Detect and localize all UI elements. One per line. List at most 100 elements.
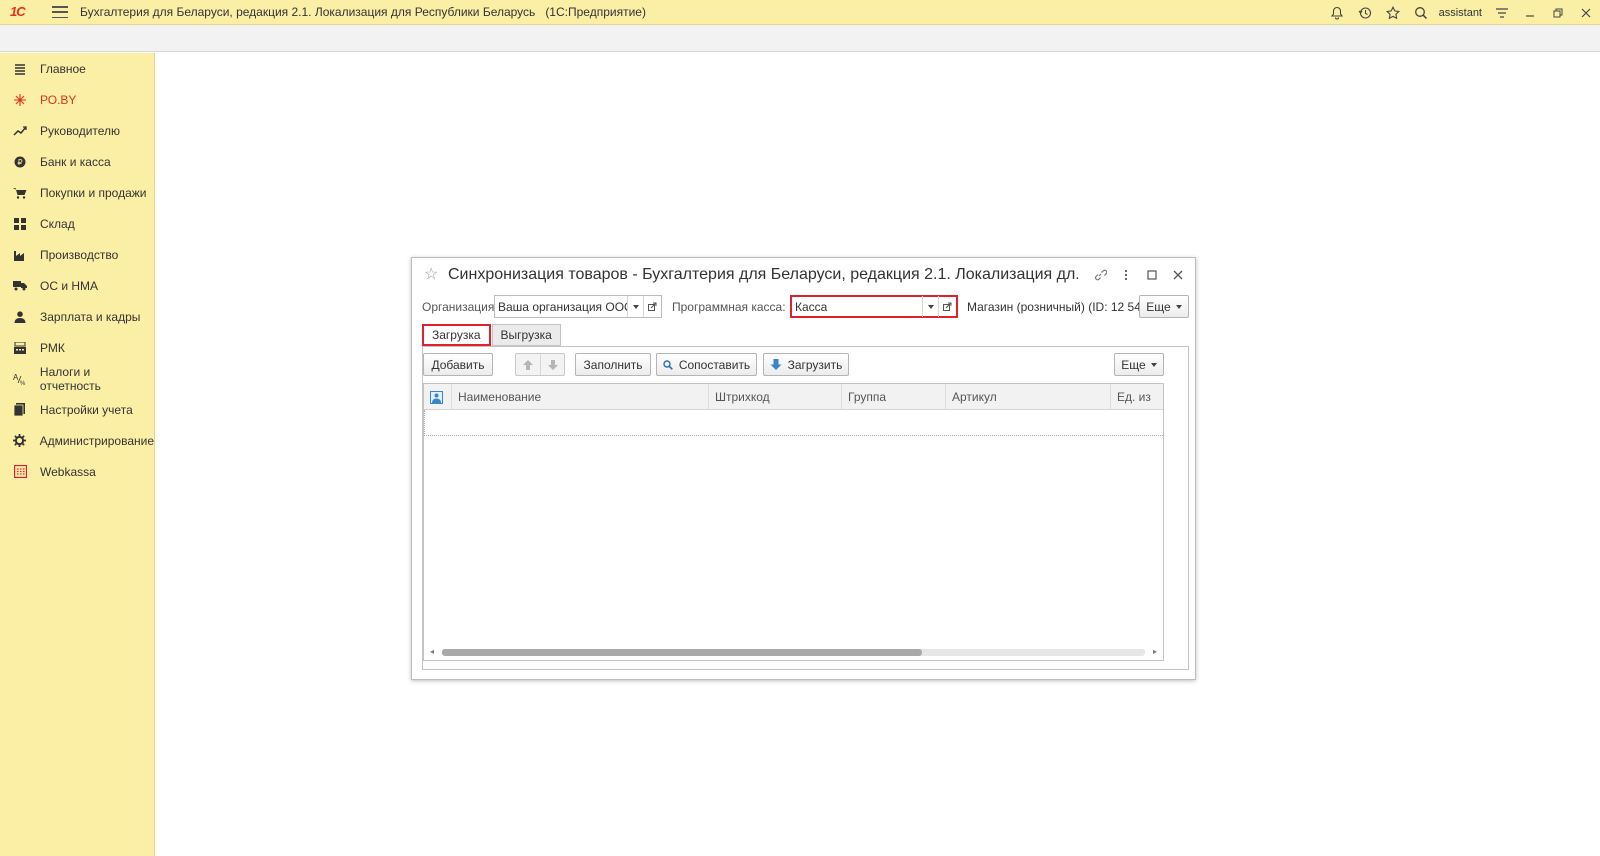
sidebar-item-taxes[interactable]: A% Налоги и отчетность [0, 363, 154, 394]
org-value: Ваша организация ООО [498, 299, 627, 314]
chevron-down-icon[interactable] [627, 296, 643, 317]
horizontal-scrollbar[interactable]: ◂ ▸ [428, 646, 1159, 656]
add-label: Добавить [431, 357, 485, 372]
settings-lines-icon[interactable] [1488, 0, 1516, 25]
sidebar-item-warehouse[interactable]: Склад [0, 208, 154, 239]
more-label: Еще [1146, 299, 1171, 314]
main-menu-icon[interactable] [52, 6, 68, 18]
sidebar-item-label: Главное [40, 61, 86, 76]
col-barcode[interactable]: Штрихкод [709, 384, 842, 410]
sync-goods-dialog: ☆ Синхронизация товаров - Бухгалтерия дл… [411, 257, 1196, 680]
kassa-value: Касса [795, 299, 828, 314]
favorites-star-icon[interactable] [1379, 0, 1407, 25]
col-group-label: Группа [848, 390, 887, 404]
load-button[interactable]: Загрузить [763, 353, 849, 376]
col-barcode-label: Штрихкод [715, 390, 770, 404]
tax-icon: A% [12, 371, 28, 387]
move-down-icon[interactable] [540, 354, 564, 375]
sidebar-item-label: Покупки и продажи [40, 185, 147, 200]
col-article[interactable]: Артикул [946, 384, 1111, 410]
app-title: Бухгалтерия для Беларуси, редакция 2.1. … [80, 5, 646, 19]
col-group[interactable]: Группа [842, 384, 946, 410]
open-icon[interactable] [643, 296, 661, 317]
sidebar-item-ro-by[interactable]: РО.BY [0, 84, 154, 115]
row-picture-icon[interactable] [424, 384, 452, 410]
sidebar-item-label: Производство [40, 247, 119, 262]
download-icon [770, 359, 782, 370]
maximize-icon[interactable] [1139, 264, 1165, 286]
tab-load[interactable]: Загрузка [422, 324, 491, 346]
table-row[interactable] [424, 410, 1163, 436]
fill-button[interactable]: Заполнить [575, 353, 651, 376]
scroll-right-icon[interactable]: ▸ [1153, 647, 1157, 656]
org-field[interactable]: Ваша организация ООО [494, 295, 662, 318]
sparkle-icon [12, 92, 28, 108]
kassa-field[interactable]: Касса [790, 295, 958, 318]
sidebar-item-label: ОС и НМА [40, 278, 99, 293]
tab-load-label: Загрузка [432, 328, 481, 342]
col-name[interactable]: Наименование [452, 384, 709, 410]
sidebar-item-label: Администрирование [39, 433, 154, 448]
sidebar-item-label: Настройки учета [40, 402, 133, 417]
sidebar-item-administration[interactable]: Администрирование [0, 425, 154, 456]
restore-button[interactable] [1544, 0, 1572, 25]
sidebar-item-production[interactable]: Производство [0, 239, 154, 270]
bell-icon[interactable] [1323, 0, 1351, 25]
search-icon [663, 359, 673, 370]
factory-icon [12, 247, 28, 263]
warehouse-icon [12, 216, 28, 232]
favorite-star-icon[interactable]: ☆ [424, 267, 440, 283]
more-actions-icon[interactable] [1113, 264, 1139, 286]
sidebar-item-manager[interactable]: Руководителю [0, 115, 154, 146]
load-label: Загрузить [787, 357, 843, 372]
col-name-label: Наименование [458, 390, 542, 404]
trend-icon [12, 123, 28, 139]
sidebar-item-label: Банк и касса [40, 154, 111, 169]
close-window-button[interactable] [1572, 0, 1600, 25]
sidebar-item-fixed-assets[interactable]: ОС и НМА [0, 270, 154, 301]
sidebar-item-accounting-settings[interactable]: Настройки учета [0, 394, 154, 425]
sidebar-item-label: РО.BY [40, 92, 77, 107]
menu-lines-icon [12, 61, 28, 77]
dialog-header: ☆ Синхронизация товаров - Бухгалтерия дл… [412, 258, 1195, 292]
sidebar-item-rmk[interactable]: РМК [0, 332, 154, 363]
sections-sidebar: Главное РО.BY Руководителю ₽ Банк и касс… [0, 53, 155, 856]
goods-table[interactable]: Наименование Штрихкод Группа Артикул Ед.… [423, 383, 1164, 661]
cart-icon [12, 185, 28, 201]
col-unit[interactable]: Ед. из [1111, 384, 1163, 410]
match-button[interactable]: Сопоставить [656, 353, 757, 376]
user-name[interactable]: assistant [1439, 7, 1482, 19]
more-button[interactable]: Еще [1139, 295, 1189, 318]
header-fields: Организация: Ваша организация ООО Програ… [422, 295, 1189, 319]
sidebar-item-label: Налоги и отчетность [39, 364, 101, 393]
sidebar-item-webkassa[interactable]: Webkassa [0, 456, 154, 487]
command-bar: Добавить Заполнить Сопоставить Загрузить… [423, 347, 1188, 383]
gear-icon [12, 433, 28, 449]
sidebar-item-label: РМК [40, 340, 65, 355]
match-label: Сопоставить [678, 357, 751, 372]
link-icon[interactable] [1087, 264, 1113, 286]
coin-icon: ₽ [12, 154, 28, 170]
history-icon[interactable] [1351, 0, 1379, 25]
load-tab-panel: Добавить Заполнить Сопоставить Загрузить… [422, 346, 1189, 670]
sidebar-item-bank[interactable]: ₽ Банк и касса [0, 146, 154, 177]
app-logo: 1С [10, 4, 26, 19]
dialog-title: Синхронизация товаров - Бухгалтерия для … [448, 266, 1078, 283]
chevron-down-icon[interactable] [922, 296, 938, 317]
tab-unload-label: Выгрузка [500, 328, 552, 342]
close-icon[interactable] [1165, 264, 1191, 286]
move-up-icon[interactable] [516, 354, 540, 375]
sidebar-item-salary[interactable]: Зарплата и кадры [0, 301, 154, 332]
search-icon[interactable] [1407, 0, 1435, 25]
scroll-thumb[interactable] [442, 649, 922, 656]
webkassa-icon [12, 464, 28, 480]
tab-unload[interactable]: Выгрузка [491, 324, 561, 346]
minimize-button[interactable] [1516, 0, 1544, 25]
sidebar-item-label: Склад [40, 216, 75, 231]
sidebar-item-main[interactable]: Главное [0, 53, 154, 84]
add-button[interactable]: Добавить [423, 353, 493, 376]
scroll-left-icon[interactable]: ◂ [430, 647, 434, 656]
sidebar-item-purchases[interactable]: Покупки и продажи [0, 177, 154, 208]
table-more-button[interactable]: Еще [1114, 353, 1164, 376]
open-icon[interactable] [938, 296, 956, 317]
